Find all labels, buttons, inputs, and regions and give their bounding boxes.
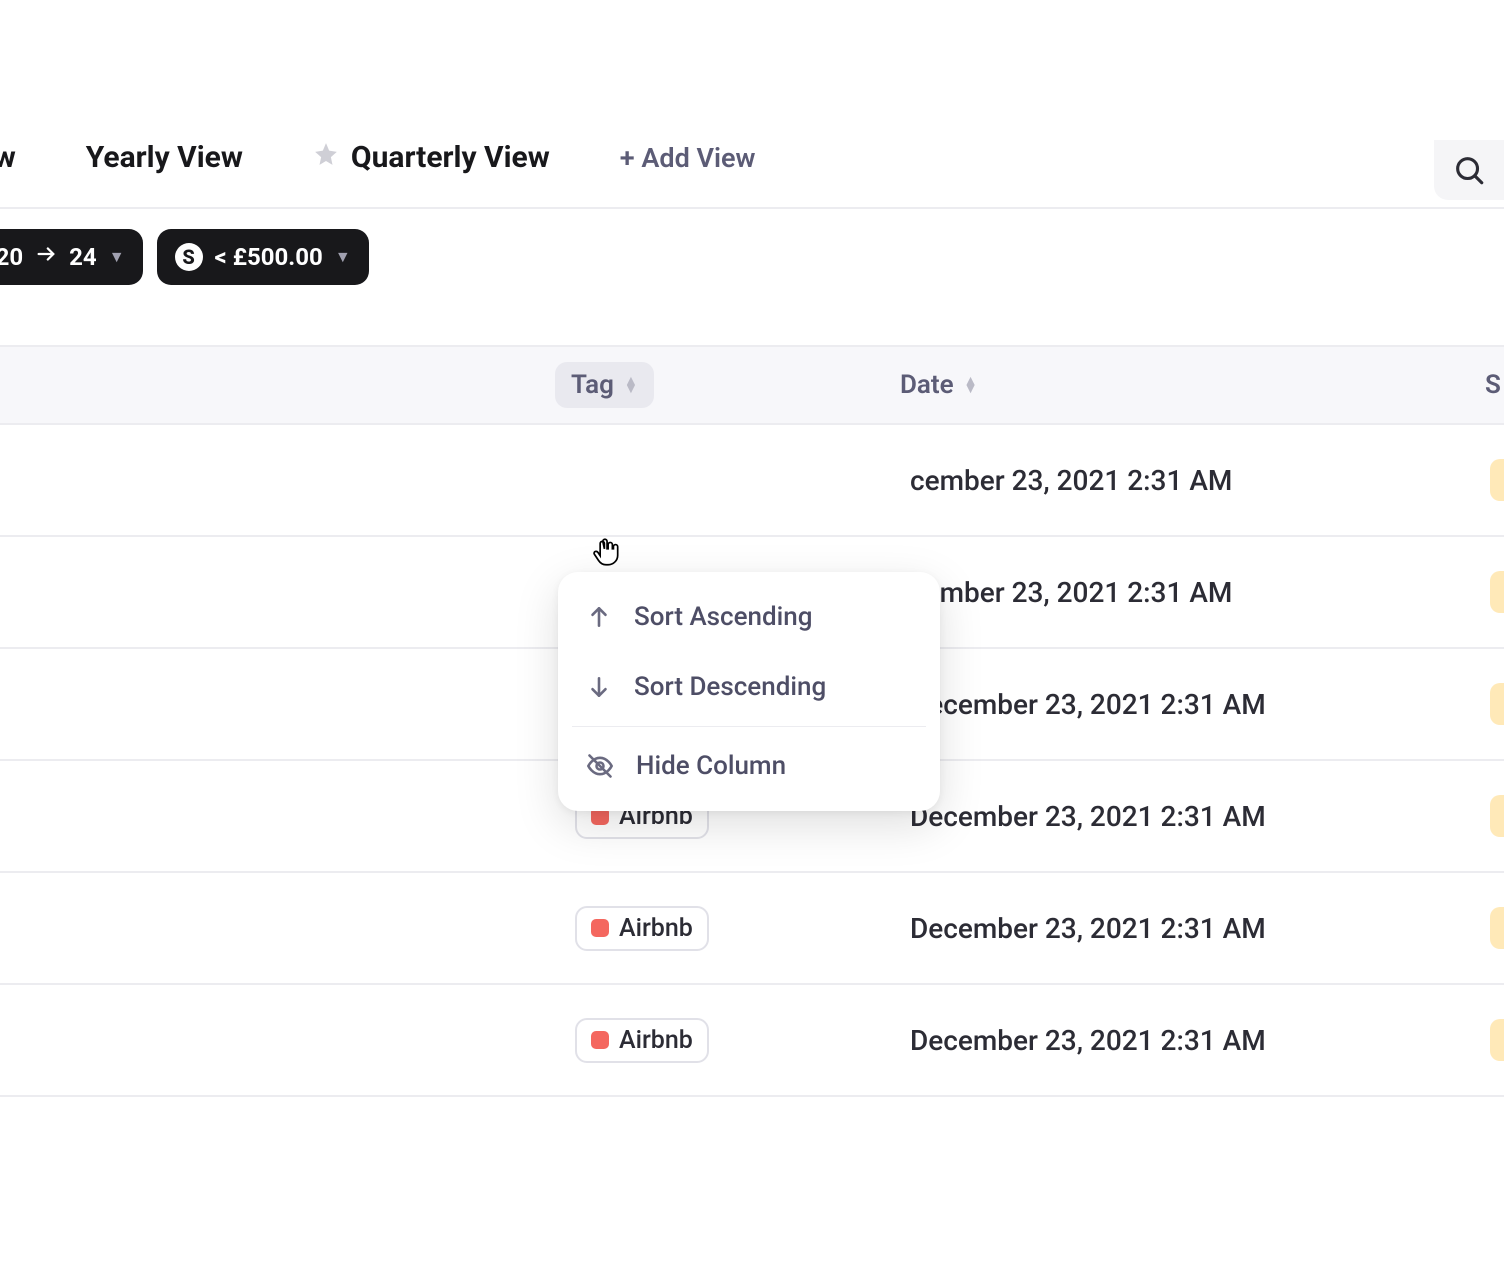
menu-item-label: Hide Column bbox=[636, 751, 786, 781]
column-context-menu: Sort Ascending Sort Descending Hide Colu… bbox=[558, 572, 940, 811]
menu-hide-column[interactable]: Hide Column bbox=[558, 731, 940, 801]
cell-date: cember 23, 2021 2:31 AM bbox=[910, 576, 1232, 609]
cell-tag: Airbnb bbox=[575, 1018, 709, 1063]
filter-date-prefix: ar 20 bbox=[0, 243, 23, 271]
status-badge bbox=[1490, 1019, 1504, 1061]
tag-label: Airbnb bbox=[619, 1026, 693, 1055]
views-nav: View Yearly View Quarterly View + Add Vi… bbox=[0, 140, 1504, 209]
cell-date: cember 23, 2021 2:31 AM bbox=[910, 464, 1232, 497]
currency-icon: S bbox=[175, 243, 203, 271]
menu-sort-ascending[interactable]: Sort Ascending bbox=[558, 582, 940, 652]
view-tab-partial[interactable]: View bbox=[0, 140, 16, 175]
table-row[interactable]: cember 23, 2021 2:31 AM bbox=[0, 425, 1504, 537]
view-tab-quarterly[interactable]: Quarterly View bbox=[313, 140, 550, 175]
status-badge bbox=[1490, 571, 1504, 613]
eye-off-icon bbox=[586, 752, 614, 780]
add-view-button[interactable]: + Add View bbox=[620, 142, 756, 174]
arrow-up-icon bbox=[586, 604, 612, 630]
menu-sort-descending[interactable]: Sort Descending bbox=[558, 652, 940, 722]
chevron-down-icon: ▼ bbox=[335, 247, 351, 267]
filter-amount-label: < £500.00 bbox=[215, 243, 323, 271]
search-button[interactable] bbox=[1434, 140, 1504, 200]
tag-label: Airbnb bbox=[619, 914, 693, 943]
tag-color-dot bbox=[591, 919, 609, 937]
cell-date: December 23, 2021 2:31 AM bbox=[910, 800, 1266, 833]
view-tab-yearly[interactable]: Yearly View bbox=[86, 140, 243, 175]
status-badge bbox=[1490, 907, 1504, 949]
menu-item-label: Sort Descending bbox=[634, 672, 826, 702]
search-icon bbox=[1452, 153, 1486, 187]
menu-separator bbox=[572, 726, 926, 727]
filter-amount[interactable]: S < £500.00 ▼ bbox=[157, 229, 369, 285]
status-badge bbox=[1490, 459, 1504, 501]
view-tab-label: View bbox=[0, 140, 16, 175]
filter-date-suffix: 24 bbox=[69, 243, 97, 271]
cell-date: December 23, 2021 2:31 AM bbox=[910, 1024, 1266, 1057]
column-header-label: S bbox=[1485, 370, 1501, 400]
arrow-right-icon bbox=[35, 243, 57, 271]
status-badge bbox=[1490, 795, 1504, 837]
view-tab-label: Yearly View bbox=[86, 140, 243, 175]
sort-icon: ▲▼ bbox=[964, 377, 978, 393]
menu-item-label: Sort Ascending bbox=[634, 602, 813, 632]
cell-date: December 23, 2021 2:31 AM bbox=[910, 688, 1266, 721]
sort-icon: ▲▼ bbox=[624, 377, 638, 393]
status-badge bbox=[1490, 683, 1504, 725]
column-header-partial[interactable]: S bbox=[1485, 370, 1504, 400]
column-header-label: Date bbox=[900, 370, 954, 400]
star-icon bbox=[313, 140, 339, 175]
tag-chip[interactable]: Airbnb bbox=[575, 1018, 709, 1063]
table-header: Tag ▲▼ Date ▲▼ S bbox=[0, 347, 1504, 425]
table-row[interactable]: Airbnb December 23, 2021 2:31 AM bbox=[0, 873, 1504, 985]
filter-date-range[interactable]: ar 20 24 ▼ bbox=[0, 229, 143, 285]
column-header-label: Tag bbox=[571, 370, 614, 400]
chevron-down-icon: ▼ bbox=[109, 247, 125, 267]
arrow-down-icon bbox=[586, 674, 612, 700]
tag-color-dot bbox=[591, 1031, 609, 1049]
column-header-date[interactable]: Date ▲▼ bbox=[900, 370, 977, 400]
view-tab-label: Quarterly View bbox=[351, 140, 550, 175]
column-header-tag[interactable]: Tag ▲▼ bbox=[555, 362, 654, 408]
add-view-label: + Add View bbox=[620, 142, 756, 174]
cell-tag: Airbnb bbox=[575, 906, 709, 951]
filter-bar: ar 20 24 ▼ S < £500.00 ▼ bbox=[0, 229, 1504, 285]
cell-date: December 23, 2021 2:31 AM bbox=[910, 912, 1266, 945]
tag-chip[interactable]: Airbnb bbox=[575, 906, 709, 951]
table-row[interactable]: Airbnb December 23, 2021 2:31 AM bbox=[0, 985, 1504, 1097]
